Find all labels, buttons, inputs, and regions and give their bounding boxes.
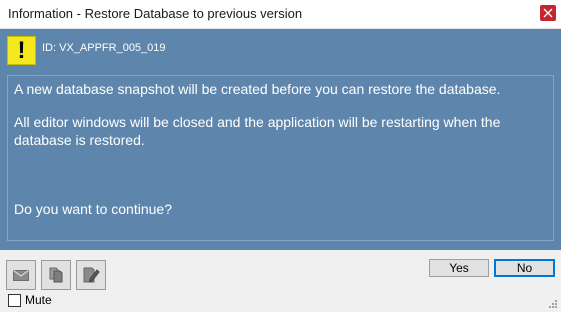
copy-button[interactable] xyxy=(41,260,71,290)
mute-checkbox[interactable] xyxy=(8,294,21,307)
message-line-1: A new database snapshot will be created … xyxy=(14,81,501,97)
mute-label: Mute xyxy=(25,293,52,307)
warning-icon: ! xyxy=(7,36,36,65)
resize-grip-icon[interactable] xyxy=(548,299,558,309)
message-line-3: Do you want to continue? xyxy=(14,201,172,217)
warning-glyph: ! xyxy=(17,37,26,64)
footer: Yes No Mute xyxy=(0,250,561,312)
copy-icon xyxy=(49,267,63,283)
window-title: Information - Restore Database to previo… xyxy=(8,6,303,21)
email-button[interactable] xyxy=(6,260,36,290)
edit-button[interactable] xyxy=(76,260,106,290)
message-panel: ! ID: VX_APPFR_005_019 A new database sn… xyxy=(0,29,561,250)
close-button[interactable] xyxy=(540,5,556,21)
email-icon xyxy=(13,270,29,281)
edit-icon xyxy=(83,267,100,283)
message-line-2: All editor windows will be closed and th… xyxy=(14,114,501,148)
title-bar: Information - Restore Database to previo… xyxy=(0,0,561,29)
no-button[interactable]: No xyxy=(494,259,555,277)
close-icon xyxy=(543,8,553,18)
yes-button[interactable]: Yes xyxy=(429,259,489,277)
message-id: ID: VX_APPFR_005_019 xyxy=(42,42,166,54)
message-body: A new database snapshot will be created … xyxy=(7,75,554,241)
